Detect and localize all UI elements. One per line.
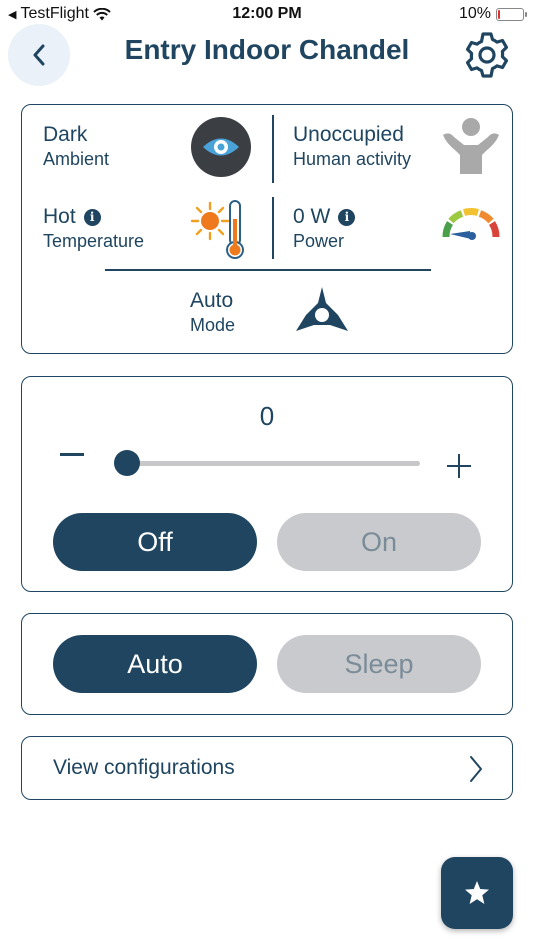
auto-button[interactable]: Auto	[53, 635, 257, 693]
battery-percent: 10%	[458, 5, 491, 22]
power-cell: 0 W i Power	[293, 205, 356, 252]
human-activity-label: Human activity	[293, 149, 412, 169]
status-bar: ◀ TestFlight 12:00 PM 10%	[0, 0, 534, 28]
temperature-info-icon[interactable]: i	[83, 208, 101, 226]
gear-icon	[465, 32, 509, 78]
chevron-right-icon	[470, 756, 482, 782]
temperature-cell: Hot i Temperature	[43, 205, 144, 252]
power-value: 0 W	[293, 205, 331, 228]
ambient-cell: Dark Ambient	[43, 123, 109, 170]
mode-label: Mode	[190, 315, 236, 335]
dimmer-card: 0 Off On	[21, 376, 513, 592]
power-info-icon[interactable]: i	[338, 208, 356, 226]
temperature-value: Hot	[43, 205, 76, 228]
decrease-button[interactable]	[60, 453, 84, 456]
favorite-button[interactable]	[441, 857, 513, 929]
sleep-button[interactable]: Sleep	[277, 635, 481, 693]
sun-thermometer-icon	[190, 200, 244, 259]
divider-vertical-top	[272, 115, 274, 183]
increase-button[interactable]	[447, 454, 471, 478]
off-button[interactable]: Off	[53, 513, 257, 571]
back-button[interactable]	[8, 24, 70, 86]
view-configurations-row[interactable]: View configurations	[21, 736, 513, 800]
divider-horizontal	[105, 269, 431, 271]
divider-vertical-bottom	[272, 197, 274, 259]
temperature-label: Temperature	[43, 231, 145, 251]
human-activity-value: Unoccupied	[293, 123, 404, 146]
settings-button[interactable]	[462, 30, 512, 80]
mode-toggle-card: Auto Sleep	[21, 613, 513, 715]
ambient-label: Ambient	[43, 149, 110, 169]
power-label: Power	[293, 231, 345, 251]
dimmer-slider-track[interactable]	[128, 461, 420, 466]
eye-icon	[191, 117, 251, 177]
star-icon	[465, 881, 489, 904]
gauge-icon	[442, 208, 500, 240]
dimmer-value: 0	[259, 401, 275, 431]
mode-value: Auto	[190, 289, 234, 312]
clock: 12:00 PM	[232, 5, 302, 22]
view-configurations-label: View configurations	[53, 756, 235, 779]
on-button[interactable]: On	[277, 513, 481, 571]
sensor-status-card: Dark Ambient Unoccupied Human activity H…	[21, 104, 513, 354]
page-title: Entry Indoor Chandel	[124, 34, 410, 65]
ambient-value: Dark	[43, 123, 88, 146]
chevron-left-icon	[33, 44, 45, 66]
auto-mode-icon	[296, 287, 348, 331]
mode-cell: Auto Mode	[190, 289, 235, 336]
battery-icon	[496, 7, 527, 21]
human-activity-cell: Unoccupied Human activity	[293, 123, 411, 170]
dimmer-slider-thumb[interactable]	[114, 450, 140, 476]
person-icon	[443, 118, 499, 174]
